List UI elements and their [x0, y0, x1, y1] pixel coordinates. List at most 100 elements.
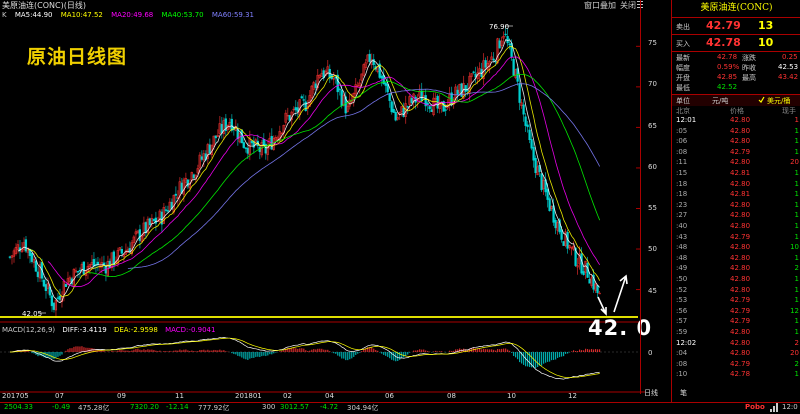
tick-volume: 20 [790, 158, 799, 167]
tick-price: 42.80 [730, 243, 751, 252]
candle-body [42, 279, 46, 287]
low-price-marker: 42.05 [22, 310, 43, 318]
candle-body [262, 139, 265, 146]
tick-price: 42.79 [730, 306, 751, 315]
candle-body [504, 33, 507, 36]
ma5-value: MA5:44.90 [14, 11, 53, 19]
tick-price: 42.80 [730, 222, 751, 230]
x-tick: 11 [175, 392, 184, 400]
close-button[interactable]: 关闭 [620, 0, 636, 11]
candle-body [192, 174, 195, 179]
tick-time: :06 [676, 137, 688, 146]
tick-volume: 1 [794, 126, 799, 135]
tick-time: :05 [676, 126, 688, 135]
y-tick: 60 [648, 163, 657, 171]
y-tick: 70 [648, 80, 657, 88]
candle-body [294, 107, 297, 111]
sell-row[interactable]: 卖出 42.79 13 [672, 17, 800, 35]
candle-body [200, 156, 203, 160]
candle-body [56, 297, 60, 299]
candle-body [64, 283, 68, 287]
index-change: -12.14 [166, 403, 189, 411]
candle-body [522, 104, 525, 115]
x-tick: 10 [507, 392, 516, 400]
tick-time: :18 [676, 190, 688, 199]
x-tick: 02 [283, 392, 292, 400]
candle-body [174, 193, 177, 196]
time-axis: 201705 07 09 11 201801 02 04 06 08 10 12 [0, 392, 645, 402]
candle-body [302, 99, 305, 101]
ma-legend: K MA5:44.90 MA10:47.52 MA20:49.68 MA40:5… [0, 11, 645, 21]
quote-title: 美原油连(CONC) [700, 3, 773, 13]
macd-histogram [0, 337, 640, 380]
tick-price: 42.80 [730, 349, 751, 358]
tick-volume: 1 [794, 296, 799, 305]
candle-body [402, 107, 405, 117]
candle-body [244, 147, 247, 149]
ma10-value: MA10:47.52 [60, 11, 103, 19]
brand-logo: Pobo [745, 403, 765, 411]
tab-trades[interactable]: 笔 [680, 388, 700, 400]
tick-time: :50 [676, 275, 688, 283]
window-overlay-button[interactable]: 窗口叠加 [584, 0, 616, 11]
x-tick: 12 [568, 392, 577, 400]
candle-body [208, 144, 211, 154]
candle-body [530, 139, 533, 149]
tick-volume: 1 [794, 275, 799, 283]
tick-price: 42.79 [730, 296, 751, 305]
tick-time: :08 [676, 147, 688, 156]
tick-price: 42.79 [730, 317, 751, 326]
candle-body [428, 106, 431, 109]
stat-label: 最新 [676, 54, 690, 62]
stat-value: 0.25 [782, 53, 798, 61]
tick-volume: 1 [794, 169, 799, 177]
tick-price: 42.79 [730, 359, 751, 368]
candle-body [532, 147, 535, 161]
candle-body [108, 260, 111, 269]
buy-label: 买入 [676, 40, 690, 48]
tick-time: :18 [676, 179, 688, 188]
ma-line [127, 83, 601, 269]
tab-daily[interactable]: 日线 [644, 388, 672, 400]
x-tick: 201705 [2, 392, 29, 400]
stats-block: 最新 42.78 涨跌 0.25 幅度 0.59% 昨收 42.53 开盘 42… [672, 51, 800, 94]
candle-body [34, 260, 38, 272]
col-time: 北京 [676, 107, 690, 115]
tick-price: 42.80 [730, 200, 751, 209]
candle-body [246, 147, 249, 154]
tick-price: 42.80 [730, 137, 751, 146]
candle-body [368, 53, 371, 62]
candle-body [410, 97, 413, 103]
ma20-value: MA20:49.68 [111, 11, 154, 19]
candle-body [456, 89, 459, 95]
tick-time: :43 [676, 232, 688, 241]
buy-row[interactable]: 买入 42.78 10 [672, 34, 800, 52]
y-tick: 55 [648, 204, 657, 212]
tick-volume: 2 [794, 338, 799, 347]
tick-time: :04 [676, 349, 688, 358]
candle-body [214, 135, 217, 139]
currency-check-icon[interactable] [758, 96, 765, 103]
candle-body [96, 261, 99, 265]
tick-volume: 1 [794, 137, 799, 146]
tick-list[interactable]: 12:01 42.80 1:05 42.80 1:06 42.80 1:08 42.79 1:1… [672, 116, 800, 386]
tick-time: :57 [676, 317, 688, 326]
tick-price: 42.80 [730, 116, 751, 124]
stat-label: 开盘 [676, 74, 690, 82]
tick-volume: 10 [790, 243, 799, 252]
x-tick: 06 [385, 392, 394, 400]
candle-body [152, 218, 155, 221]
tick-time: :49 [676, 264, 688, 273]
stat-label: 涨跌 [742, 54, 756, 62]
candle-body [250, 140, 253, 144]
tick-volume: 1 [794, 116, 799, 124]
currency-unit[interactable]: 美元/桶 [767, 96, 790, 106]
index-change: -0.49 [52, 403, 71, 411]
candle-body [554, 219, 557, 229]
tick-volume: 1 [794, 328, 799, 336]
high-price-marker: 76.90 [489, 23, 510, 31]
tick-price: 42.80 [730, 328, 751, 336]
candle-body [138, 229, 141, 241]
sell-label: 卖出 [676, 23, 690, 31]
index-code: 300 [262, 403, 276, 411]
